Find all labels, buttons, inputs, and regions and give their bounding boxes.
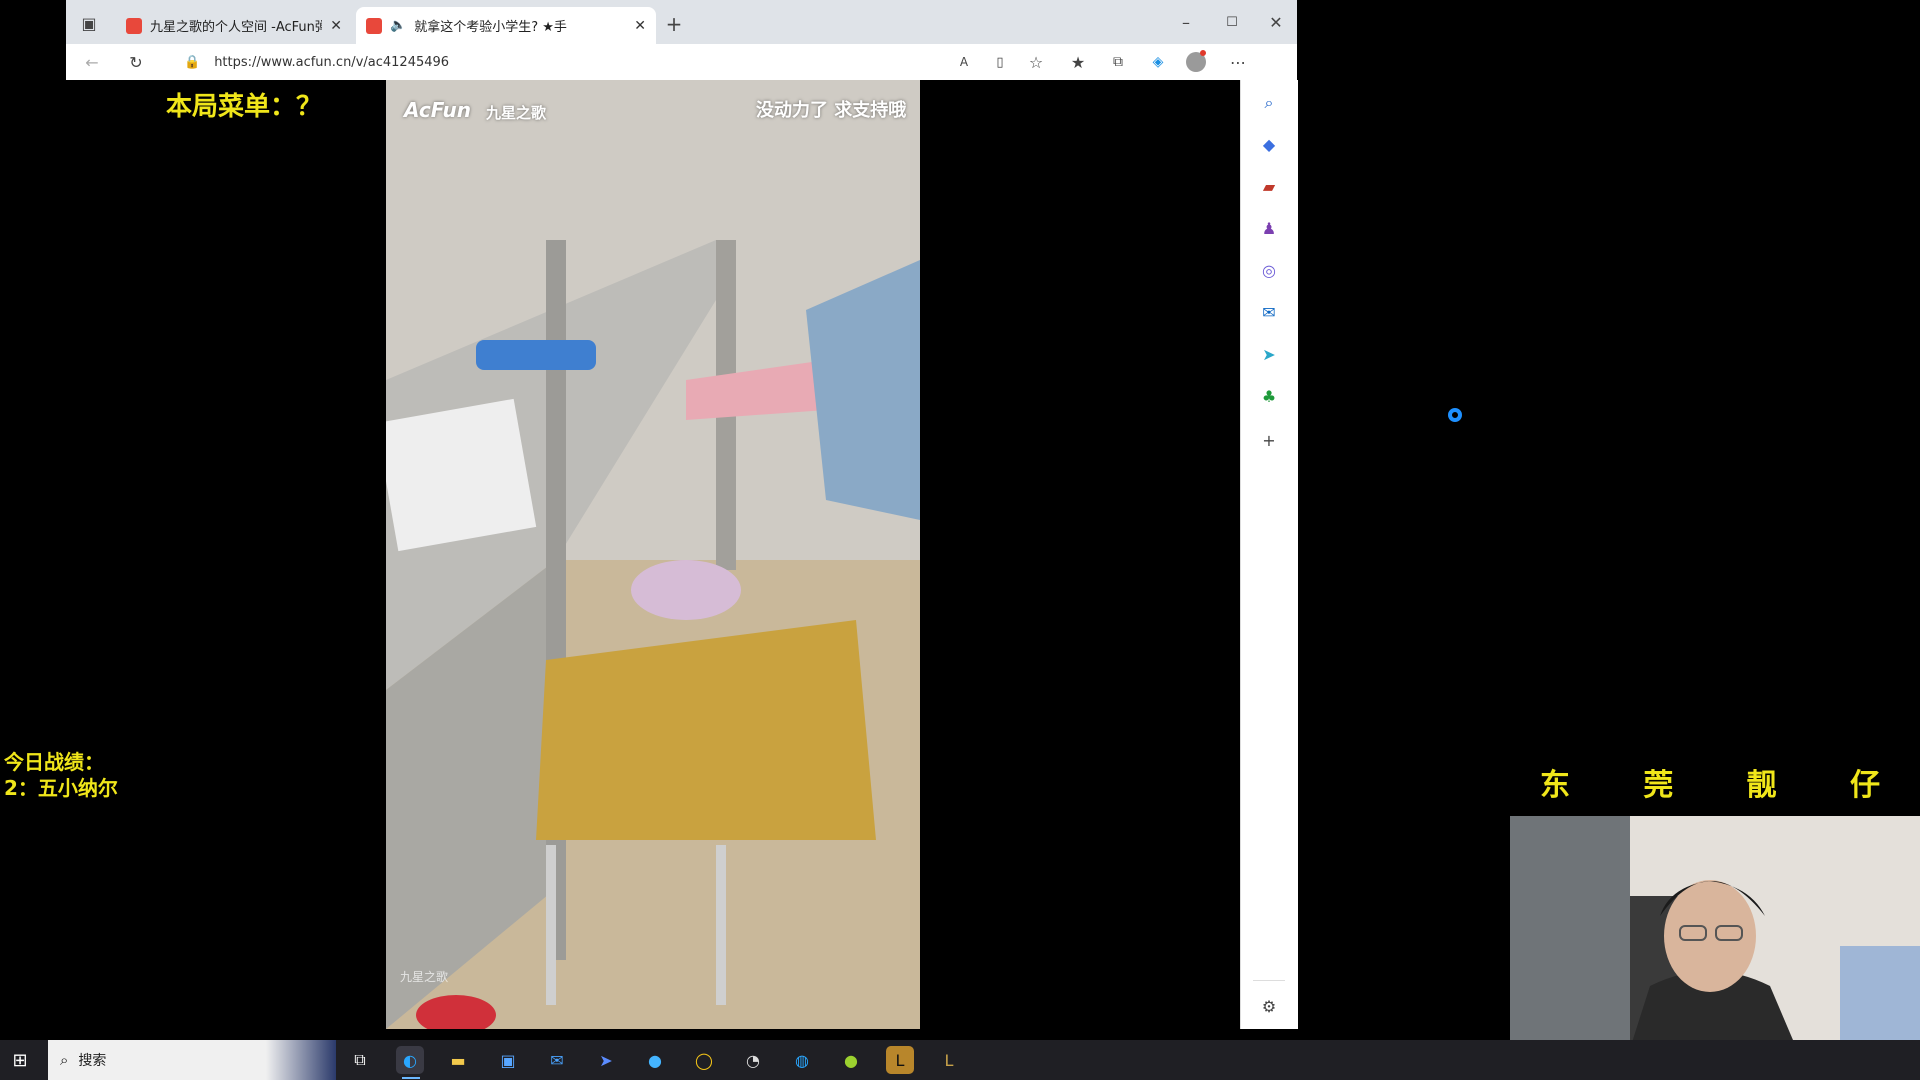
record-line: 2：五小纳尔 [4,776,118,800]
add-favorite-icon[interactable]: ☆ [1024,50,1048,74]
new-tab-icon[interactable]: + [662,12,686,36]
tab-title: 就拿这个考验小学生? ★手 [414,20,567,35]
add-icon[interactable]: + [1257,428,1281,452]
immersive-reader-icon[interactable]: ▯ [988,50,1012,74]
mail-icon[interactable]: ✉ [543,1046,571,1074]
lock-icon[interactable]: 🔒 [184,55,200,70]
read-aloud-icon[interactable]: A [952,50,976,74]
outlook-icon[interactable]: ✉ [1257,300,1281,324]
store-icon[interactable]: ▣ [494,1046,522,1074]
acfun-favicon [126,17,142,34]
acfun-favicon [366,17,382,34]
record-title: 今日战绩： [4,750,104,774]
taskbar-search[interactable]: ⌕ 搜索 [48,1040,336,1080]
toolbox-icon[interactable]: ▰ [1257,174,1281,198]
edge-icon[interactable]: ◐ [396,1046,424,1074]
video-channel-watermark: 九星之歌 [486,104,547,122]
windows-start-icon[interactable]: ⊞ [10,1050,30,1071]
acfun-logo: AcFun [404,98,471,122]
close-tab-icon[interactable]: ✕ [330,18,342,34]
game-app-icon[interactable]: ● [837,1046,865,1074]
tree-icon[interactable]: ♣ [1257,384,1281,408]
minimize-icon[interactable]: – [1172,8,1200,36]
speaker-icon[interactable]: 🔈 [390,18,406,33]
maximize-icon[interactable]: ☐ [1218,8,1246,36]
task-view-icon[interactable]: ⧉ [346,1046,374,1074]
tab-video[interactable]: 🔈 就拿这个考验小学生? ★手 ✕ [356,7,656,44]
circle-app-icon[interactable]: ◯ [690,1046,718,1074]
streamer-name-char: 东 [1540,768,1570,803]
league-client-icon[interactable]: L [886,1046,914,1074]
collections-icon[interactable]: ⧉ [1106,50,1130,74]
close-window-icon[interactable]: ✕ [1262,8,1290,36]
clock-app-icon[interactable]: ◔ [739,1046,767,1074]
streamer-name-char: 仔 [1849,768,1880,803]
refresh-icon[interactable]: ↻ [124,50,148,74]
more-menu-icon[interactable]: ⋯ [1226,50,1250,74]
tag-icon[interactable]: ◆ [1257,132,1281,156]
taskbar: ⊞ ⌕ 搜索 ⧉ ◐ ▬ ▣ ✉ ➤ ● ◯ ◔ ◍ ● L L [0,1040,1920,1080]
search-icon: ⌕ [60,1051,69,1069]
edge-sidebar: ⌕ ◆ ▰ ♟ ◎ ✉ ➤ ♣ + ⚙ [1240,80,1298,1029]
browser-app-icon[interactable]: ● [641,1046,669,1074]
settings-icon[interactable]: ⚙ [1257,994,1281,1018]
video-frame [386,80,920,1029]
search-placeholder: 搜索 [78,1053,107,1069]
chat-app-icon[interactable]: ◍ [788,1046,816,1074]
browser-essentials-icon[interactable]: ◈ [1146,50,1170,74]
notification-dot [1200,50,1206,56]
send-icon[interactable]: ➤ [1257,342,1281,366]
tab-bar: ▣ 九星之歌的个人空间 -AcFun弹幕 ✕ 🔈 就拿这个考验小学生? ★手 ✕… [66,0,1297,44]
sidebar-divider [1253,980,1285,981]
close-tab-icon[interactable]: ✕ [634,18,646,34]
loading-ring-icon [1448,408,1462,422]
chess-icon[interactable]: ♟ [1257,216,1281,240]
tab-title: 九星之歌的个人空间 -AcFun弹幕 [150,20,323,35]
tab-actions-icon[interactable]: ▣ [78,12,100,34]
office-icon[interactable]: ◎ [1257,258,1281,282]
streamer-name: 东 莞 靓 仔 [1540,760,1880,804]
feishu-icon[interactable]: ➤ [592,1046,620,1074]
video-bottom-watermark: 九星之歌 [400,970,449,984]
tab-profile[interactable]: 九星之歌的个人空间 -AcFun弹幕 ✕ [116,7,352,44]
video-caption: 没动力了 求支持哦 [756,100,907,121]
menu-label: 本局菜单：？ [166,92,323,122]
address-bar: ← ↻ 🔒 https://www.acfun.cn/v/ac41245496 … [66,44,1297,81]
streamer-name-char: 莞 [1643,768,1674,803]
favorites-icon[interactable]: ★ [1066,50,1090,74]
league-game-icon[interactable]: L [935,1046,963,1074]
video-player[interactable]: AcFun 九星之歌 没动力了 求支持哦 九星之歌 [386,80,920,1029]
search-icon[interactable]: ⌕ [1257,91,1281,115]
streamer-name-char: 靓 [1746,768,1777,803]
url-text[interactable]: https://www.acfun.cn/v/ac41245496 [214,55,449,70]
search-highlight-image [266,1040,336,1080]
file-explorer-icon[interactable]: ▬ [444,1046,472,1074]
url-box[interactable]: 🔒 https://www.acfun.cn/v/ac41245496 [174,48,1054,76]
active-indicator [402,1077,420,1079]
back-icon[interactable]: ← [80,50,104,74]
